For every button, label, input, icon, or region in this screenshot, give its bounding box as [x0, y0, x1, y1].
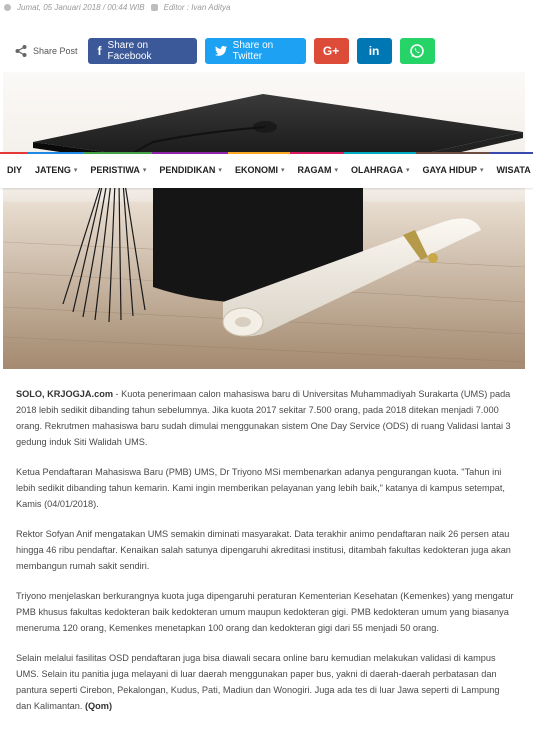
- article-paragraph-2: Ketua Pendaftaran Mahasiswa Baru (PMB) U…: [16, 467, 505, 509]
- publish-date: Jumat, 05 Januari 2018 / 00:44 WIB: [17, 2, 145, 12]
- nav-item[interactable]: DIY: [0, 152, 29, 188]
- nav-item[interactable]: PENDIDIKAN ▾: [152, 152, 228, 188]
- category-menu: DIY JATENG ▾ PERISTIWA ▾ PENDIDIKAN ▾ EKONOMI ▾ R…: [0, 152, 533, 188]
- nav-item-label: WISATA: [496, 165, 531, 175]
- nav-color-bar: [0, 152, 29, 154]
- google-plus-icon: G+: [322, 44, 340, 58]
- nav-item-label: EKONOMI: [234, 165, 278, 175]
- author-signature: (Qom): [84, 701, 112, 711]
- nav-color-bar: [290, 152, 344, 154]
- article-paragraph-5: Selain melalui fasilitas OSD pendaftaran…: [16, 650, 516, 714]
- share-icon: [15, 45, 27, 57]
- share-facebook-label: Share on Facebook: [107, 40, 152, 62]
- nav-item-label: RAGAM: [297, 165, 332, 175]
- share-twitter-label: Share on Twitter: [232, 40, 274, 62]
- chevron-down-icon: ▾: [280, 167, 285, 174]
- share-post-label: Share Post: [33, 46, 78, 56]
- share-bar: Share Post f Share on Facebook Share on …: [14, 38, 435, 64]
- nav-item[interactable]: WISATA: [489, 152, 533, 188]
- nav-color-bar: [83, 152, 153, 154]
- user-icon: [150, 3, 158, 11]
- chevron-down-icon: ▾: [73, 167, 78, 174]
- nav-item-label: PERISTIWA: [90, 165, 140, 175]
- nav-item[interactable]: JATENG ▾: [28, 152, 84, 188]
- share-googleplus-button[interactable]: G+: [313, 38, 349, 64]
- twitter-icon: [214, 45, 227, 56]
- nav-item[interactable]: PERISTIWA ▾: [83, 152, 153, 188]
- nav-color-bar: [415, 152, 490, 154]
- nav-item-label: OLAHRAGA: [350, 165, 403, 175]
- nav-color-bar: [227, 152, 291, 154]
- editor-name: Editor : Ivan Aditya: [163, 2, 231, 12]
- nav-color-bar: [152, 152, 228, 154]
- article-hero-image: [3, 72, 525, 369]
- graduation-cap-diploma-image: [3, 94, 525, 369]
- nav-item[interactable]: EKONOMI ▾: [227, 152, 291, 188]
- article-meta: Jumat, 05 Januari 2018 / 00:44 WIB Edito…: [4, 0, 231, 14]
- share-whatsapp-button[interactable]: [399, 38, 435, 64]
- share-twitter-button[interactable]: Share on Twitter: [204, 38, 306, 64]
- nav-color-bar: [489, 152, 533, 154]
- nav-item[interactable]: OLAHRAGA ▾: [343, 152, 416, 188]
- article-paragraph-4: Triyono menjelaskan berkurangnya kuota j…: [16, 591, 514, 633]
- share-facebook-button[interactable]: f Share on Facebook: [87, 38, 197, 64]
- chevron-down-icon: ▾: [142, 167, 147, 174]
- nav-item[interactable]: RAGAM ▾: [290, 152, 344, 188]
- clock-icon: [4, 3, 11, 11]
- article-paragraph-1: SOLO, KRJOGJA.com - Kuota penerimaan cal…: [16, 386, 516, 450]
- article-body: SOLO, KRJOGJA.com - Kuota penerimaan cal…: [16, 386, 516, 728]
- chevron-down-icon: ▾: [405, 167, 410, 174]
- facebook-icon: f: [97, 44, 102, 58]
- nav-color-bar: [343, 152, 416, 154]
- dateline: SOLO, KRJOGJA.com: [16, 389, 113, 399]
- share-label-group: Share Post: [14, 44, 78, 58]
- nav-item-label: DIY: [7, 165, 23, 175]
- category-navbar: DIY JATENG ▾ PERISTIWA ▾ PENDIDIKAN ▾ EKONOMI ▾ R…: [0, 152, 533, 188]
- linkedin-icon: in: [368, 44, 380, 58]
- nav-item-label: JATENG: [35, 165, 71, 175]
- chevron-down-icon: ▾: [480, 167, 484, 174]
- whatsapp-icon: [410, 44, 424, 58]
- share-linkedin-button[interactable]: in: [356, 38, 392, 64]
- nav-item-label: GAYA HIDUP: [422, 165, 478, 175]
- nav-item[interactable]: GAYA HIDUP ▾: [415, 152, 490, 188]
- article-paragraph-3: Rektor Sofyan Anif mengatakan UMS semaki…: [16, 529, 511, 571]
- nav-item-label: PENDIDIKAN: [159, 165, 216, 175]
- nav-color-bar: [28, 152, 84, 154]
- chevron-down-icon: ▾: [334, 167, 338, 174]
- chevron-down-icon: ▾: [218, 167, 222, 174]
